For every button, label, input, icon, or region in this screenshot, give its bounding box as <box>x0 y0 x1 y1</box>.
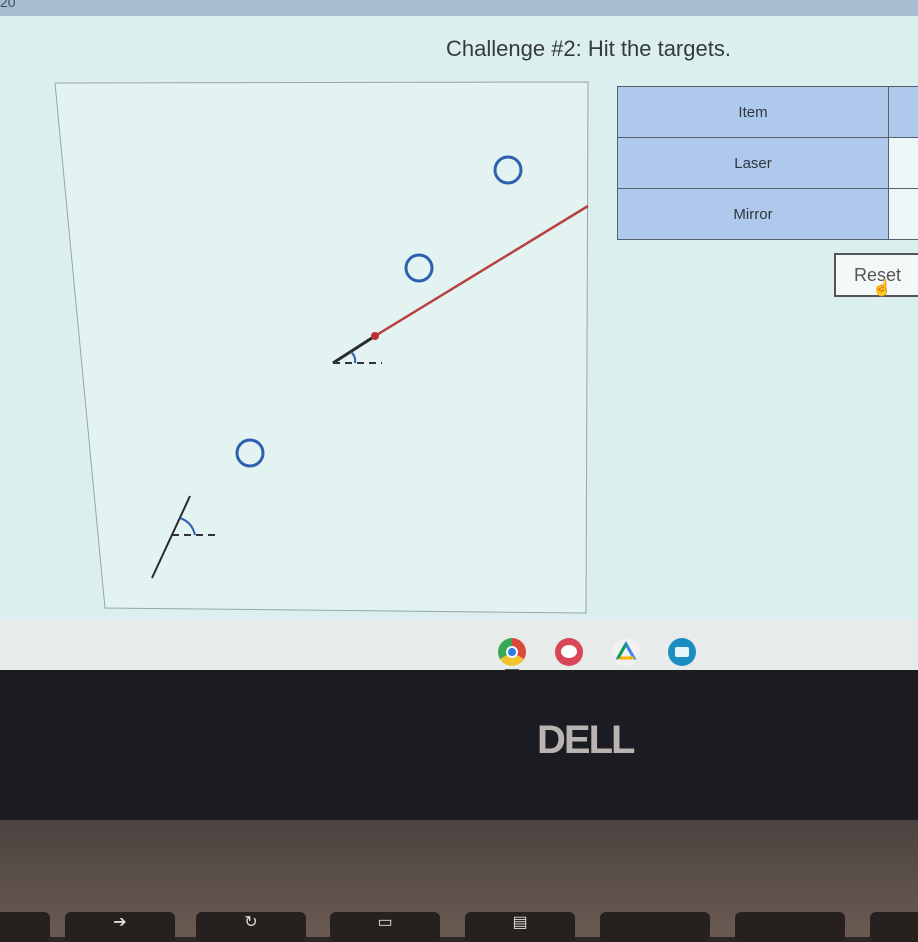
keyboard-key <box>600 912 710 942</box>
chrome-icon[interactable] <box>498 638 526 666</box>
table-row: Laser <box>618 138 918 189</box>
header-item: Item <box>618 87 889 138</box>
shelf <box>0 620 918 670</box>
row-value[interactable] <box>889 138 918 189</box>
row-item: Laser <box>618 138 889 189</box>
table-row: Mirror <box>618 189 918 240</box>
refresh-key-icon: ↻ <box>196 912 306 942</box>
forward-key-icon: ➔ <box>65 912 175 942</box>
laptop-bezel <box>0 670 918 820</box>
dell-logo: DELL <box>537 718 633 763</box>
table-header-row: Item <box>618 87 918 138</box>
drive-icon[interactable] <box>612 638 640 666</box>
classroom-icon[interactable] <box>668 638 696 666</box>
overview-key-icon: ▤ <box>465 912 575 942</box>
screen: 20 Challenge #2: Hit the targets. Item L… <box>0 0 918 670</box>
fullscreen-key-icon: ▭ <box>330 912 440 942</box>
header-value <box>889 87 918 138</box>
laser-emitter-handle[interactable] <box>371 332 379 340</box>
canvas-border <box>55 82 588 613</box>
hand-cursor-icon: ☝ <box>872 278 892 298</box>
keyboard-key <box>735 912 845 942</box>
row-item: Mirror <box>618 189 889 240</box>
drive-glyph <box>612 638 640 666</box>
keyboard-key <box>0 912 50 942</box>
row-value[interactable] <box>889 189 918 240</box>
keyboard-key <box>870 912 918 942</box>
items-table: Item Laser Mirror <box>617 86 918 240</box>
paint-icon[interactable] <box>555 638 583 666</box>
